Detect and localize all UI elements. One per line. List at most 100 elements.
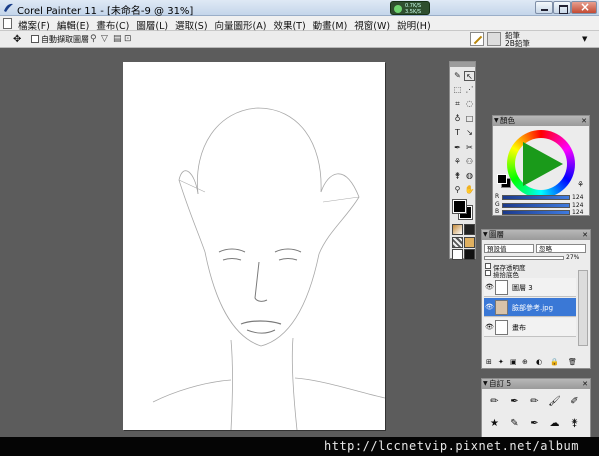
layer-thumbnail bbox=[495, 300, 508, 315]
pattern-selector-icon[interactable] bbox=[452, 237, 463, 248]
brush-icon[interactable] bbox=[470, 32, 484, 46]
network-meter-widget[interactable]: 0.7K/S 3.5K/S bbox=[390, 1, 430, 15]
auto-select-checkbox[interactable] bbox=[31, 35, 39, 43]
commit-icon[interactable]: ⊡ bbox=[124, 34, 132, 44]
crop-icon[interactable]: ⌗ bbox=[452, 99, 463, 109]
cloner-icon[interactable]: ⚘ bbox=[452, 157, 463, 167]
blend-icon[interactable]: ◍ bbox=[464, 171, 475, 181]
layer-order-icon[interactable]: ▽ bbox=[101, 34, 108, 44]
pen-variant-icon[interactable]: ✒ bbox=[508, 395, 521, 408]
red-slider[interactable]: R 124 bbox=[495, 193, 589, 201]
brush-category-selector[interactable] bbox=[487, 32, 501, 46]
magic-wand-icon[interactable]: ⋰ bbox=[464, 85, 475, 95]
look-selector-icon[interactable] bbox=[452, 249, 463, 260]
star-brush-icon[interactable]: ★ bbox=[488, 417, 501, 430]
layer-row[interactable]: 👁 圖層 3 bbox=[484, 278, 576, 297]
red-slider-value[interactable]: 124 bbox=[572, 194, 583, 201]
align-icon[interactable]: ⚲ bbox=[90, 34, 97, 44]
airbrush-variant-icon[interactable]: ✐ bbox=[568, 395, 581, 408]
red-slider-track[interactable] bbox=[502, 195, 570, 200]
new-layer-icon[interactable]: ⊕ bbox=[522, 358, 528, 366]
group-icon[interactable]: ▤ bbox=[113, 34, 122, 44]
pencil-variant-icon[interactable]: ✏ bbox=[528, 395, 541, 408]
clone-color-icon[interactable]: ⚘ bbox=[577, 180, 584, 189]
toolbox-grip[interactable] bbox=[450, 62, 475, 67]
new-group-icon[interactable]: ▣ bbox=[510, 358, 517, 366]
dynamic-plugins-icon[interactable]: ✦ bbox=[498, 358, 504, 366]
layer-commands-icon[interactable]: ⊞ bbox=[486, 358, 492, 366]
watermark-strip: http://lccnetvip.pixnet.net/album bbox=[0, 437, 599, 456]
opacity-value[interactable]: 27% bbox=[566, 254, 579, 261]
close-button[interactable] bbox=[571, 0, 597, 14]
pencil-variant-icon[interactable]: ✏ bbox=[488, 395, 501, 408]
saturation-value-triangle[interactable] bbox=[523, 142, 563, 186]
maximize-button[interactable] bbox=[553, 1, 571, 14]
panel-close-icon[interactable]: ✕ bbox=[582, 379, 588, 389]
pick-up-underlying-checkbox[interactable] bbox=[485, 270, 491, 276]
panel-close-icon[interactable]: ✕ bbox=[582, 230, 588, 240]
blue-slider[interactable]: B 124 bbox=[495, 208, 589, 216]
pen-icon[interactable]: ✒ bbox=[452, 143, 463, 153]
preserve-transparency-checkbox[interactable] bbox=[485, 263, 491, 269]
pen-variant-icon[interactable]: ✒ bbox=[528, 417, 541, 430]
layer-adjuster-icon[interactable]: ✥ bbox=[13, 34, 21, 45]
delete-layer-icon[interactable]: 🗑 bbox=[568, 358, 577, 366]
dropper-variant-icon[interactable]: ⚵ bbox=[568, 417, 581, 430]
eye-icon[interactable]: 👁 bbox=[485, 323, 494, 331]
brush-tool-icon[interactable]: ✎ bbox=[452, 71, 463, 81]
layers-panel-header[interactable]: ▼ 圖層 ✕ bbox=[482, 230, 590, 240]
nozzle-selector-icon[interactable] bbox=[464, 249, 475, 260]
gradient-selector-icon[interactable] bbox=[464, 224, 475, 235]
brush-selector[interactable]: 鉛筆 2B鉛筆 bbox=[505, 32, 530, 48]
brush-variant-icon[interactable]: 🖌 bbox=[548, 395, 561, 408]
drawing-canvas[interactable] bbox=[123, 62, 385, 430]
layer-thumbnail bbox=[495, 320, 508, 335]
green-slider-value[interactable]: 124 bbox=[572, 202, 583, 209]
layer-name: 臉部參考.jpg bbox=[512, 304, 554, 312]
blue-slider-track[interactable] bbox=[502, 210, 570, 215]
main-color-chip[interactable] bbox=[497, 174, 507, 184]
lasso-icon[interactable]: ◌ bbox=[464, 99, 475, 109]
red-slider-letter: R bbox=[495, 193, 500, 200]
grabber-icon[interactable]: ✋ bbox=[464, 185, 475, 195]
magnifier-icon[interactable]: ⚲ bbox=[452, 185, 463, 195]
panel-close-icon[interactable]: ✕ bbox=[581, 116, 587, 126]
colors-panel-header[interactable]: ▼ 顏色 ✕ bbox=[493, 116, 589, 126]
collapse-icon[interactable]: ▼ bbox=[483, 230, 488, 240]
text-tool-icon[interactable]: T bbox=[452, 128, 463, 138]
dropper-icon[interactable]: ⚵ bbox=[452, 171, 463, 181]
weaving-selector-icon[interactable] bbox=[464, 237, 475, 248]
eye-icon[interactable]: 👁 bbox=[485, 303, 494, 311]
collapse-icon[interactable]: ▼ bbox=[494, 116, 499, 126]
eye-icon[interactable]: 👁 bbox=[485, 283, 494, 291]
opacity-slider[interactable] bbox=[484, 256, 564, 260]
minimize-button[interactable] bbox=[535, 1, 553, 14]
composite-depth-select[interactable]: 忽略 bbox=[536, 244, 586, 253]
sponge-icon[interactable]: ☁ bbox=[548, 417, 561, 430]
rubber-stamp-icon[interactable]: ⚇ bbox=[464, 157, 475, 167]
chevron-down-icon[interactable]: ▼ bbox=[582, 35, 587, 43]
paint-bucket-icon[interactable]: ♁ bbox=[452, 114, 463, 124]
property-bar: ✥ 自動擷取圖層 ⚲ ▽ ▤ ⊡ 鉛筆 2B鉛筆 ▼ bbox=[0, 31, 599, 48]
green-slider-track[interactable] bbox=[502, 203, 570, 208]
layer-adjuster-tool-icon[interactable]: ↖ bbox=[464, 71, 475, 81]
document-icon[interactable] bbox=[3, 18, 12, 29]
painter-logo-icon bbox=[4, 3, 13, 12]
layer-row-selected[interactable]: 👁 臉部參考.jpg bbox=[484, 298, 576, 317]
scissors-icon[interactable]: ✂ bbox=[464, 143, 475, 153]
lock-icon[interactable]: 🔒 bbox=[550, 358, 559, 366]
collapse-icon[interactable]: ▼ bbox=[483, 379, 488, 389]
shape-selection-icon[interactable]: ↘ bbox=[464, 128, 475, 138]
blender-variant-icon[interactable]: ✎ bbox=[508, 417, 521, 430]
composite-method-select[interactable]: 預設值 bbox=[484, 244, 534, 253]
layer-row[interactable]: 👁 畫布 bbox=[484, 318, 576, 337]
layers-scrollbar[interactable] bbox=[578, 270, 588, 346]
paper-selector-icon[interactable] bbox=[452, 224, 463, 235]
shape-icon[interactable]: □ bbox=[464, 114, 475, 124]
blue-slider-value[interactable]: 124 bbox=[572, 209, 583, 216]
layer-name: 圖層 3 bbox=[512, 284, 533, 292]
layer-mask-icon[interactable]: ◐ bbox=[536, 358, 542, 366]
custom-palette-header[interactable]: ▼ 自訂 5 ✕ bbox=[482, 379, 590, 389]
main-color-swatch[interactable] bbox=[452, 199, 467, 214]
rectangle-select-icon[interactable]: ⬚ bbox=[452, 85, 463, 95]
